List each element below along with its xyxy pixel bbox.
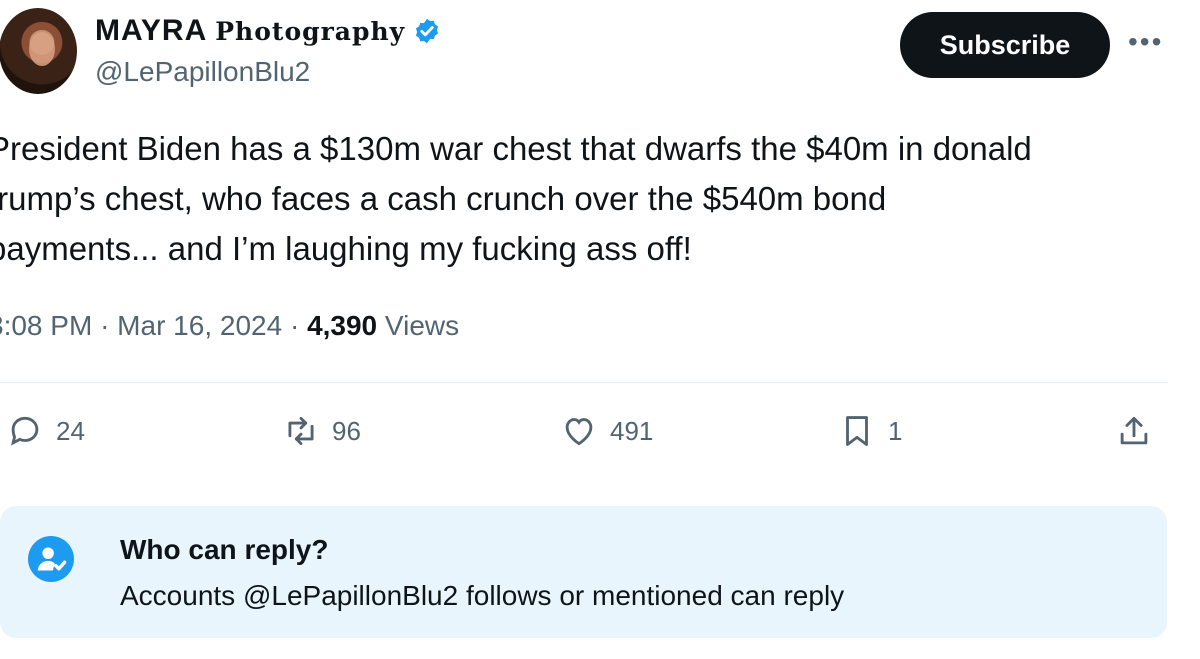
reply-icon <box>10 416 39 446</box>
tweet-text: President Biden has a $130m war chest th… <box>0 124 1178 274</box>
bookmark-count: 1 <box>888 415 903 446</box>
tweet-date[interactable]: Mar 16, 2024 <box>117 310 282 341</box>
reply-settings-subtitle: Accounts @LePapillonBlu2 follows or ment… <box>120 580 845 611</box>
display-name-main: MAYRA <box>95 14 208 47</box>
subscribe-button[interactable]: Subscribe <box>900 12 1110 78</box>
divider <box>0 382 1168 383</box>
avatar[interactable] <box>0 8 77 94</box>
reply-settings-title: Who can reply? <box>120 534 329 565</box>
tweet-meta: 3:08 PM · Mar 16, 2024 · 4,390 Views <box>0 310 459 342</box>
repost-button[interactable]: 96 <box>282 412 361 450</box>
meta-separator: · <box>289 310 308 341</box>
share-icon <box>1120 416 1148 445</box>
display-name[interactable]: MAYRA Photography <box>95 14 441 48</box>
more-icon[interactable]: ••• <box>1128 26 1163 58</box>
views-label: Views <box>384 310 460 341</box>
tweet-text-line: President Biden has a $130m war chest th… <box>0 130 1032 167</box>
reply-settings-panel: Who can reply? Accounts @LePapillonBlu2 … <box>0 506 1167 638</box>
bookmark-button[interactable]: 1 <box>838 412 902 450</box>
author-handle[interactable]: @LePapillonBlu2 <box>95 56 310 88</box>
like-icon <box>565 418 593 446</box>
tweet-text-line: payments... and I’m laughing my fucking … <box>0 230 692 267</box>
views-count: 4,390 <box>307 310 378 341</box>
share-button[interactable] <box>1115 412 1165 450</box>
verified-badge-icon[interactable] <box>413 17 441 45</box>
reply-restriction-icon <box>28 536 74 582</box>
tweet-text-line: trump’s chest, who faces a cash crunch o… <box>0 180 887 217</box>
like-count: 491 <box>610 415 654 446</box>
reply-count: 24 <box>56 415 85 446</box>
like-button[interactable]: 491 <box>560 412 653 450</box>
tweet-time[interactable]: 3:08 PM <box>0 310 92 341</box>
reply-button[interactable]: 24 <box>6 412 85 450</box>
meta-separator: · <box>100 310 118 341</box>
repost-count: 96 <box>332 415 361 446</box>
repost-icon <box>288 416 314 446</box>
bookmark-icon <box>846 416 868 446</box>
display-name-suffix: Photography <box>215 16 406 46</box>
